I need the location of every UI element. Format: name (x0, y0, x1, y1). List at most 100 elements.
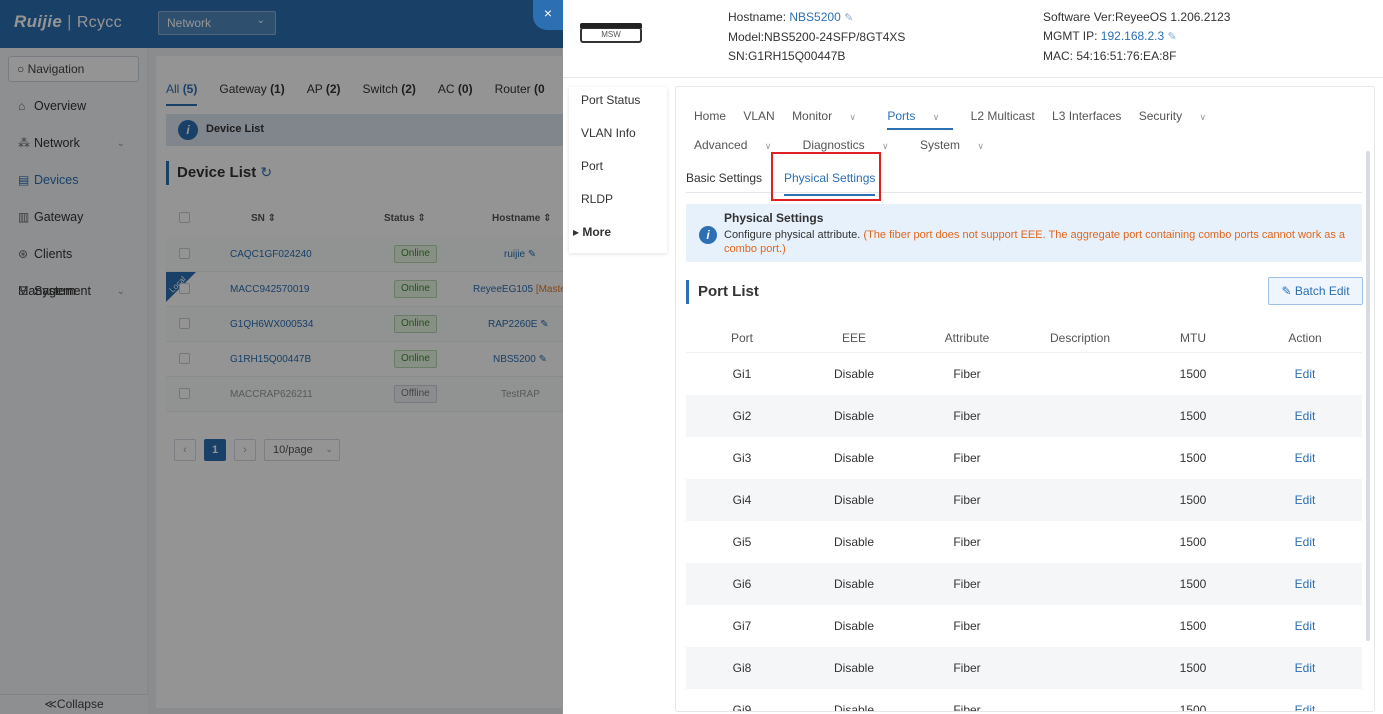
cell-port: Gi3 (732, 451, 752, 465)
cell-port: Gi6 (732, 577, 752, 591)
nav-vlan[interactable]: VLAN (743, 102, 774, 130)
info-icon: i (699, 226, 717, 244)
cell-mtu: 1500 (1179, 577, 1207, 591)
nav-ports[interactable]: Ports ∨ (887, 105, 954, 130)
drawer-left-menu: Port Status VLAN Info Port RLDP ▸ More (569, 87, 667, 253)
edit-icon: ✎ (1281, 284, 1295, 298)
batch-edit-button[interactable]: ✎ Batch Edit (1268, 277, 1363, 305)
column-mtu: MTU (1180, 331, 1206, 345)
alert-text: Configure physical attribute. (The fiber… (724, 229, 1346, 255)
drawer-content: Home VLAN Monitor ∨ Ports ∨ L2 Multicast… (675, 86, 1375, 712)
edit-link[interactable]: Edit (1295, 367, 1316, 381)
software-version: Software Ver:ReyeeOS 1.206.2123 (1043, 10, 1231, 24)
edit-link[interactable]: Edit (1295, 535, 1316, 549)
cell-port: Gi4 (732, 493, 752, 507)
mac-address: MAC: 54:16:51:76:EA:8F (1043, 49, 1177, 63)
close-drawer-button[interactable]: × (533, 0, 563, 30)
cell-mtu: 1500 (1179, 493, 1207, 507)
alert-title: Physical Settings (724, 211, 824, 225)
edit-link[interactable]: Edit (1295, 493, 1316, 507)
table-row: Gi6 Disable Fiber 1500 Edit (686, 563, 1362, 605)
device-model: Model:NBS5200-24SFP/8GT4XS (728, 30, 906, 44)
modal-overlay[interactable] (0, 0, 563, 714)
cell-eee: Disable (833, 409, 875, 423)
cell-attribute: Fiber (953, 535, 981, 549)
cell-attribute: Fiber (953, 703, 981, 712)
cell-eee: Disable (833, 493, 875, 507)
cell-mtu: 1500 (1179, 451, 1207, 465)
mgmt-ip-link[interactable]: 192.168.2.3 (1101, 29, 1164, 43)
edit-icon[interactable]: ✎ (1168, 31, 1177, 43)
cell-eee: Disable (833, 367, 875, 381)
edit-link[interactable]: Edit (1295, 619, 1316, 633)
edit-link[interactable]: Edit (1295, 661, 1316, 675)
menu-vlan-info[interactable]: VLAN Info (569, 120, 667, 153)
cell-port: Gi8 (732, 661, 752, 675)
nav-monitor[interactable]: Monitor ∨ (792, 102, 870, 131)
cell-mtu: 1500 (1179, 409, 1207, 423)
cell-attribute: Fiber (953, 451, 981, 465)
cell-mtu: 1500 (1179, 367, 1207, 381)
device-header: MSW Hostname: NBS5200 ✎ Model:NBS5200-24… (563, 0, 1383, 78)
chevron-down-icon: ∨ (849, 112, 857, 122)
cell-attribute: Fiber (953, 661, 981, 675)
table-row: Gi3 Disable Fiber 1500 Edit (686, 437, 1362, 479)
menu-port-status[interactable]: Port Status (569, 87, 667, 120)
cell-attribute: Fiber (953, 493, 981, 507)
table-row: Gi8 Disable Fiber 1500 Edit (686, 647, 1362, 689)
edit-link[interactable]: Edit (1295, 703, 1316, 711)
port-list-title: Port List (686, 280, 759, 304)
column-port: Port (730, 331, 754, 345)
cell-mtu: 1500 (1179, 535, 1207, 549)
nav-l3-interfaces[interactable]: L3 Interfaces (1052, 102, 1121, 130)
column-attribute: Attribute (944, 331, 990, 345)
table-row: Gi5 Disable Fiber 1500 Edit (686, 521, 1362, 563)
cell-port: Gi9 (732, 703, 752, 712)
cell-attribute: Fiber (953, 409, 981, 423)
edit-link[interactable]: Edit (1295, 577, 1316, 591)
device-info-left: Hostname: NBS5200 ✎ Model:NBS5200-24SFP/… (728, 8, 905, 66)
cell-eee: Disable (833, 661, 875, 675)
menu-rldp[interactable]: RLDP (569, 186, 667, 219)
cell-port: Gi7 (732, 619, 752, 633)
column-eee: EEE (841, 331, 867, 345)
column-action: Action (1288, 331, 1322, 345)
table-row: Gi2 Disable Fiber 1500 Edit (686, 395, 1362, 437)
device-detail-drawer: MSW Hostname: NBS5200 ✎ Model:NBS5200-24… (563, 0, 1383, 714)
hostname-link[interactable]: NBS5200 (789, 10, 840, 24)
physical-settings-alert: i Physical Settings Configure physical a… (686, 204, 1362, 262)
menu-port[interactable]: Port (569, 153, 667, 186)
edit-link[interactable]: Edit (1295, 451, 1316, 465)
menu-more[interactable]: ▸ More (569, 219, 667, 252)
table-row: Gi1 Disable Fiber 1500 Edit (686, 353, 1362, 395)
device-info-right: Software Ver:ReyeeOS 1.206.2123 MGMT IP:… (1043, 8, 1230, 66)
close-icon: × (543, 5, 553, 21)
table-row: Gi4 Disable Fiber 1500 Edit (686, 479, 1362, 521)
cell-attribute: Fiber (953, 619, 981, 633)
switch-device-icon: MSW (580, 23, 642, 43)
edit-link[interactable]: Edit (1295, 409, 1316, 423)
cell-port: Gi5 (732, 535, 752, 549)
nav-security[interactable]: Security ∨ (1139, 102, 1220, 131)
cell-mtu: 1500 (1179, 619, 1207, 633)
chevron-down-icon: ∨ (932, 112, 940, 122)
table-row: Gi9 Disable Fiber 1500 Edit (686, 689, 1362, 712)
cell-eee: Disable (833, 703, 875, 712)
chevron-down-icon: ∨ (1199, 112, 1207, 122)
cell-mtu: 1500 (1179, 661, 1207, 675)
tab-basic-settings[interactable]: Basic Settings (686, 171, 762, 185)
device-sn: SN:G1RH15Q00447B (728, 49, 846, 63)
nav-l2-multicast[interactable]: L2 Multicast (971, 102, 1035, 130)
column-description: Description (1049, 331, 1111, 345)
cell-eee: Disable (833, 535, 875, 549)
port-table-header: Port EEE Attribute Description MTU Actio… (686, 323, 1362, 353)
edit-icon[interactable]: ✎ (844, 12, 853, 24)
cell-eee: Disable (833, 451, 875, 465)
vertical-scrollbar[interactable] (1366, 151, 1370, 641)
caret-right-icon: ▸ (573, 225, 583, 239)
cell-mtu: 1500 (1179, 703, 1207, 712)
cell-port: Gi1 (732, 367, 752, 381)
nav-home[interactable]: Home (694, 102, 726, 130)
cell-attribute: Fiber (953, 367, 981, 381)
table-row: Gi7 Disable Fiber 1500 Edit (686, 605, 1362, 647)
